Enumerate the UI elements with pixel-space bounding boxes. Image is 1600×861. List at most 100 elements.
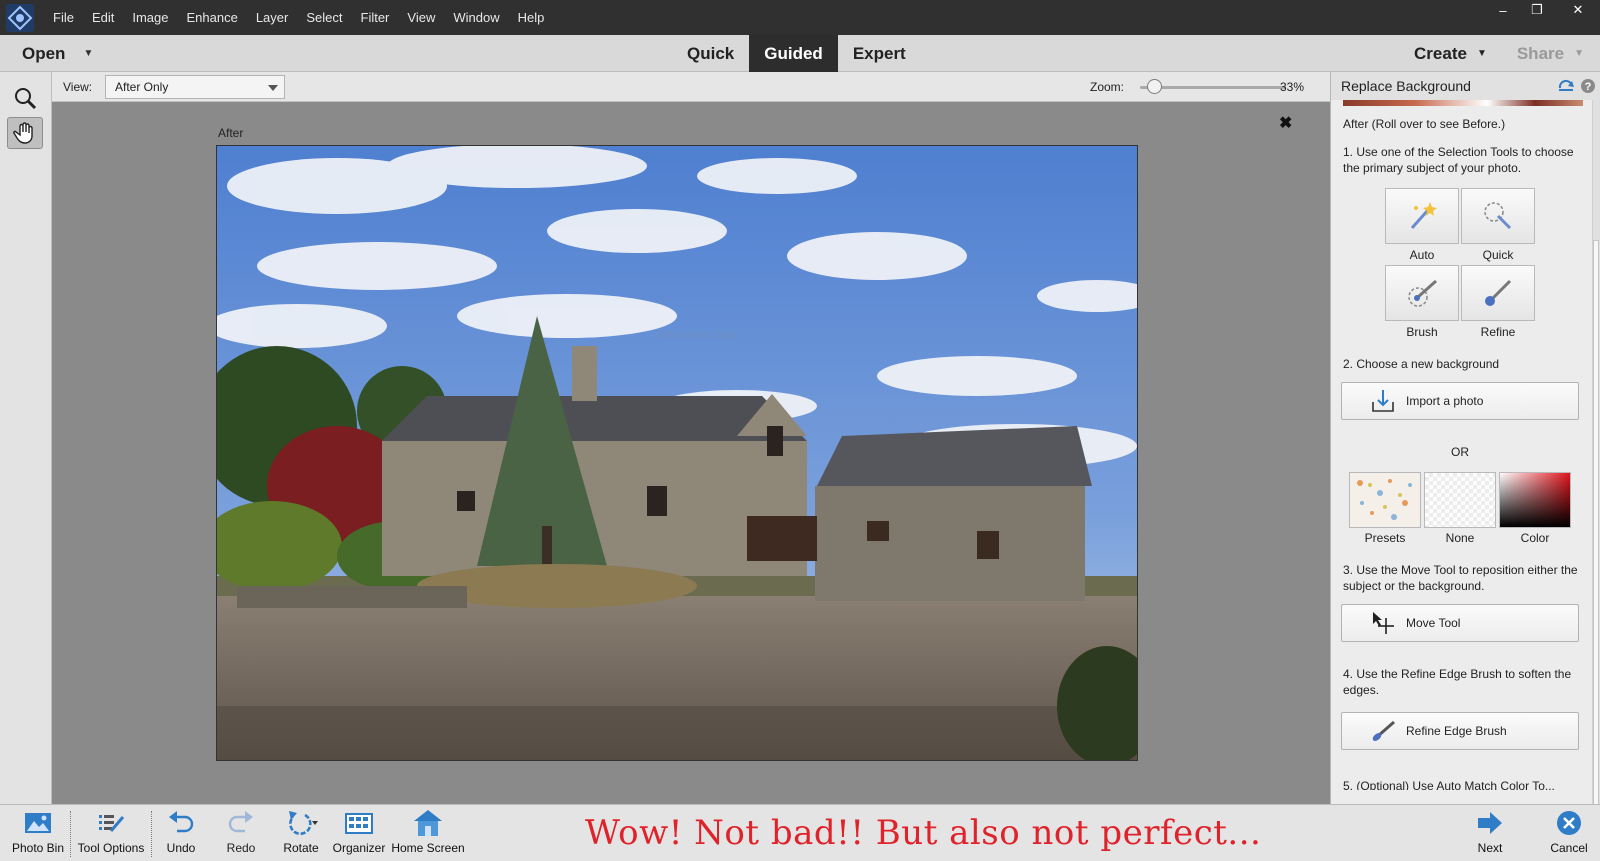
brush-label: Brush: [1406, 325, 1438, 339]
undo-button[interactable]: Undo: [158, 805, 204, 861]
bottom-bar: Photo Bin Tool Options Undo Redo Rotate …: [0, 804, 1600, 861]
panel-scrollbar[interactable]: [1592, 100, 1600, 804]
panel-scrollbar-thumb[interactable]: [1593, 240, 1599, 804]
help-icon[interactable]: ?: [1579, 78, 1597, 94]
menu-enhance[interactable]: Enhance: [178, 10, 247, 25]
quick-select-button[interactable]: [1461, 188, 1535, 244]
view-label: View:: [63, 80, 93, 94]
redo-label: Redo: [226, 841, 256, 855]
move-tool-icon: [1368, 608, 1398, 638]
farmhouse-photo: [217, 146, 1137, 760]
none-background-button[interactable]: [1424, 472, 1496, 528]
menu-help[interactable]: Help: [509, 10, 554, 25]
after-label: After: [218, 126, 244, 140]
photo-image[interactable]: Full-screen Snip: [216, 145, 1138, 761]
color-background-button[interactable]: [1499, 472, 1571, 528]
share-caret-icon: ▼: [1574, 48, 1584, 59]
photoshop-elements-window: File Edit Image Enhance Layer Select Fil…: [0, 0, 1600, 861]
quick-label: Quick: [1482, 248, 1514, 262]
menu-edit[interactable]: Edit: [83, 10, 123, 25]
cancel-button[interactable]: Cancel: [1546, 805, 1592, 861]
presets-confetti-icon: [1357, 479, 1412, 520]
refine-select-button[interactable]: [1461, 265, 1535, 321]
minimize-button[interactable]: –: [1488, 0, 1518, 20]
close-window-button[interactable]: ✕: [1556, 0, 1600, 20]
app-logo-icon: [6, 4, 34, 32]
view-select[interactable]: After Only: [105, 75, 285, 99]
restore-button[interactable]: ❐: [1522, 0, 1552, 20]
presets-button[interactable]: [1349, 472, 1421, 528]
move-tool-button[interactable]: Move Tool: [1341, 604, 1579, 642]
open-label: Open: [22, 43, 66, 63]
redo-button[interactable]: Redo: [218, 805, 264, 861]
tab-guided[interactable]: Guided: [749, 35, 838, 72]
zoom-slider-track[interactable]: [1140, 86, 1286, 89]
menu-view[interactable]: View: [398, 10, 444, 25]
color-label: Color: [1520, 531, 1550, 545]
menu-filter[interactable]: Filter: [352, 10, 399, 25]
refine-label: Refine: [1480, 325, 1516, 339]
share-label: Share: [1516, 43, 1565, 63]
quick-select-icon: [1484, 202, 1512, 230]
brush-select-button[interactable]: [1385, 265, 1459, 321]
tab-quick[interactable]: Quick: [672, 35, 749, 72]
redo-icon: [227, 805, 255, 841]
svg-text:?: ?: [1585, 81, 1592, 93]
separator: [151, 811, 152, 857]
tab-expert[interactable]: Expert: [838, 35, 921, 72]
share-button[interactable]: Share ▼: [1517, 44, 1584, 64]
auto-label: Auto: [1409, 248, 1435, 262]
image-canvas[interactable]: After ✖ Full-screen Snip: [52, 102, 1330, 804]
organizer-icon: [345, 805, 373, 841]
presets-label: Presets: [1364, 531, 1406, 545]
intro-text: After (Roll over to see Before.): [1343, 117, 1506, 131]
menu-file[interactable]: File: [44, 10, 83, 25]
hand-icon: [13, 122, 33, 144]
menu-items: File Edit Image Enhance Layer Select Fil…: [44, 0, 553, 35]
tool-options-button[interactable]: Tool Options: [73, 805, 149, 861]
zoom-label: Zoom:: [1090, 80, 1125, 94]
menu-window[interactable]: Window: [444, 10, 508, 25]
open-button[interactable]: Open ▼: [22, 35, 93, 72]
refine-edge-brush-label: Refine Edge Brush: [1406, 724, 1507, 738]
reset-icon[interactable]: [1557, 78, 1575, 94]
mode-bar: Open ▼ Quick Guided Expert Create ▼ Shar…: [0, 35, 1600, 72]
window-controls: – ❐ ✕: [1484, 0, 1600, 22]
close-icon[interactable]: ✖: [1279, 113, 1292, 133]
step1-text: 1. Use one of the Selection Tools to cho…: [1343, 145, 1574, 175]
auto-select-wand-icon: [1410, 202, 1437, 229]
rotate-button[interactable]: Rotate: [276, 805, 326, 861]
next-arrow-icon: [1476, 805, 1504, 841]
cancel-label: Cancel: [1550, 841, 1588, 855]
organizer-button[interactable]: Organizer: [332, 805, 386, 861]
zoom-tool[interactable]: [7, 82, 43, 114]
menu-layer[interactable]: Layer: [247, 10, 298, 25]
before-thumbnail-strip: [1343, 100, 1583, 106]
create-share-group: Create ▼ Share ▼: [1384, 35, 1584, 72]
home-screen-button[interactable]: Home Screen: [390, 805, 466, 861]
separator: [70, 811, 71, 857]
create-caret-icon: ▼: [1476, 48, 1487, 59]
undo-label: Undo: [166, 841, 196, 855]
step3-text: 3. Use the Move Tool to reposition eithe…: [1343, 563, 1578, 593]
photo-bin-button[interactable]: Photo Bin: [8, 805, 68, 861]
watermark-label: Full-screen Snip: [657, 329, 737, 341]
panel-header-icons: ?: [1557, 78, 1597, 94]
menu-select[interactable]: Select: [297, 10, 351, 25]
hand-tool[interactable]: [7, 117, 43, 149]
move-tool-label: Move Tool: [1406, 616, 1461, 630]
refine-edge-brush-button[interactable]: Refine Edge Brush: [1341, 712, 1579, 750]
next-button[interactable]: Next: [1470, 805, 1510, 861]
refine-edge-brush-icon: [1368, 716, 1398, 746]
create-button[interactable]: Create ▼: [1414, 44, 1487, 64]
open-caret-icon[interactable]: ▼: [83, 48, 93, 59]
mode-tabs: Quick Guided Expert: [672, 35, 921, 72]
step2-text: 2. Choose a new background: [1343, 357, 1500, 371]
import-photo-button[interactable]: Import a photo: [1341, 382, 1579, 420]
zoom-slider-knob[interactable]: [1146, 79, 1162, 94]
menu-image[interactable]: Image: [123, 10, 177, 25]
refine-selection-icon: [1485, 279, 1512, 306]
tool-options-label: Tool Options: [77, 841, 145, 855]
rotate-icon: [283, 805, 319, 841]
auto-select-button[interactable]: [1385, 188, 1459, 244]
